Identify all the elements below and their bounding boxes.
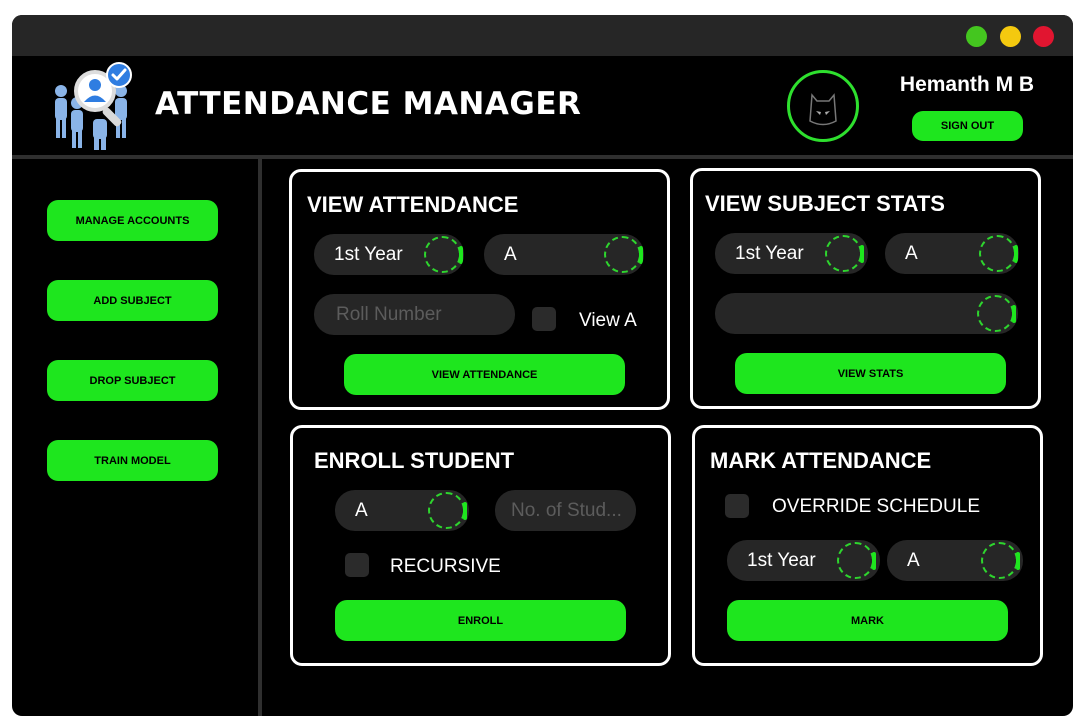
view-subject-stats-card: VIEW SUBJECT STATS 1st Year A VIEW STATS (690, 168, 1041, 409)
year-select[interactable]: 1st Year (314, 234, 464, 275)
mark-attendance-card: MARK ATTENDANCE OVERRIDE SCHEDULE 1st Ye… (692, 425, 1043, 666)
enroll-student-card: ENROLL STUDENT A No. of Stud... RECURSIV… (290, 425, 671, 666)
enroll-section-select[interactable]: A (335, 490, 469, 531)
train-model-button[interactable]: TRAIN MODEL (47, 440, 218, 481)
enroll-section-select-value: A (355, 500, 368, 521)
dropdown-knob-icon (604, 236, 643, 273)
mark-section-select-value: A (907, 550, 920, 571)
view-attendance-title: VIEW ATTENDANCE (307, 192, 519, 217)
view-attendance-button[interactable]: VIEW ATTENDANCE (344, 354, 625, 395)
recursive-label: RECURSIVE (390, 556, 501, 577)
app-header: ATTENDANCE MANAGER Hemanth M B SIGN OUT (12, 56, 1073, 156)
enroll-student-title: ENROLL STUDENT (314, 448, 515, 473)
minimize-button[interactable] (1000, 26, 1021, 47)
view-all-checkbox[interactable] (532, 307, 556, 331)
stats-section-select-value: A (905, 243, 918, 264)
mark-year-select[interactable]: 1st Year (727, 540, 880, 581)
subject-select-value (735, 293, 935, 334)
sidebar-divider (258, 159, 262, 716)
enroll-button[interactable]: ENROLL (335, 600, 626, 641)
header-divider (12, 155, 1073, 159)
dropdown-knob-icon (825, 235, 864, 272)
close-button[interactable] (1033, 26, 1054, 47)
manage-accounts-button[interactable]: MANAGE ACCOUNTS (47, 200, 218, 241)
app-title: ATTENDANCE MANAGER (155, 86, 582, 122)
add-subject-button[interactable]: ADD SUBJECT (47, 280, 218, 321)
override-schedule-checkbox[interactable] (725, 494, 749, 518)
view-subject-stats-title: VIEW SUBJECT STATS (705, 191, 945, 216)
dropdown-knob-icon (424, 236, 463, 273)
stats-year-select[interactable]: 1st Year (715, 233, 868, 274)
batman-mask-icon (809, 93, 837, 126)
dropdown-knob-icon (428, 492, 467, 529)
sign-out-button[interactable]: SIGN OUT (912, 111, 1023, 141)
section-select-value: A (504, 244, 517, 265)
view-stats-button[interactable]: VIEW STATS (735, 353, 1006, 394)
year-select-value: 1st Year (334, 244, 403, 265)
view-all-label: View A (579, 310, 637, 331)
subject-select[interactable] (715, 293, 1018, 334)
stats-year-select-value: 1st Year (735, 243, 804, 264)
view-attendance-card: VIEW ATTENDANCE 1st Year A Roll Number V… (289, 169, 670, 410)
override-schedule-label: OVERRIDE SCHEDULE (772, 496, 980, 517)
dropdown-knob-icon (977, 295, 1016, 332)
app-window: ATTENDANCE MANAGER Hemanth M B SIGN OUT … (12, 15, 1073, 716)
stats-section-select[interactable]: A (885, 233, 1019, 274)
users-search-check-icon (47, 61, 137, 151)
mark-button[interactable]: MARK (727, 600, 1008, 641)
maximize-button[interactable] (966, 26, 987, 47)
recursive-checkbox[interactable] (345, 553, 369, 577)
dropdown-knob-icon (979, 235, 1018, 272)
mark-year-select-value: 1st Year (747, 550, 816, 571)
section-select[interactable]: A (484, 234, 644, 275)
title-bar[interactable] (12, 15, 1073, 56)
drop-subject-button[interactable]: DROP SUBJECT (47, 360, 218, 401)
dropdown-knob-icon (981, 542, 1020, 579)
user-name: Hemanth M B (899, 73, 1035, 96)
student-count-input[interactable]: No. of Stud... (495, 490, 636, 531)
mark-section-select[interactable]: A (887, 540, 1023, 581)
mark-attendance-title: MARK ATTENDANCE (710, 448, 932, 473)
roll-number-input[interactable]: Roll Number (314, 294, 515, 335)
dropdown-knob-icon (837, 542, 876, 579)
avatar[interactable] (787, 70, 859, 142)
